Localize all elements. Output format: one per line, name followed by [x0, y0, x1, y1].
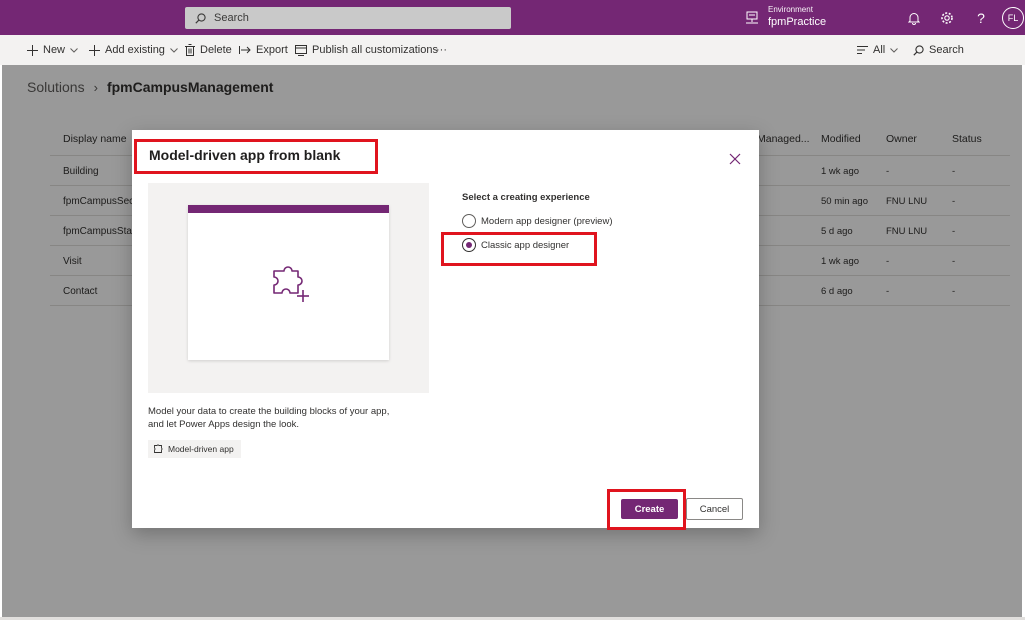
preview-card [188, 205, 389, 360]
environment-icon[interactable] [745, 11, 759, 29]
bell-icon[interactable] [905, 9, 923, 27]
view-filter-label: All [873, 44, 886, 56]
preview-card-header [188, 205, 389, 213]
app-preview-illustration [148, 183, 429, 393]
chevron-down-icon [890, 47, 899, 53]
grid-search-label: Search [929, 44, 964, 56]
tag-label: Model-driven app [168, 444, 234, 454]
puzzle-icon [154, 444, 163, 453]
chevron-down-icon [170, 47, 178, 53]
chevron-down-icon [70, 47, 78, 53]
search-icon [195, 12, 206, 24]
delete-label: Delete [200, 44, 232, 56]
plus-icon [89, 44, 100, 56]
radio-modern-designer[interactable] [462, 214, 476, 228]
create-button[interactable]: Create [621, 499, 678, 519]
global-search-box[interactable]: Search [185, 7, 511, 29]
search-icon [913, 44, 924, 56]
export-button[interactable]: Export [239, 35, 288, 65]
environment-picker[interactable]: Environment fpmPractice [768, 5, 826, 29]
user-avatar[interactable]: FL [1002, 7, 1024, 29]
new-label: New [43, 44, 66, 56]
view-filter-dropdown[interactable]: All [857, 35, 899, 65]
help-icon[interactable]: ? [972, 9, 990, 27]
grid-search-box[interactable]: Search [913, 35, 964, 65]
environment-label: Environment [768, 5, 813, 14]
publish-all-label: Publish all customizations [312, 44, 438, 56]
option-classic-designer[interactable]: Classic app designer [462, 238, 569, 252]
publish-icon [295, 44, 307, 56]
creating-experience-label: Select a creating experience [462, 192, 590, 203]
export-label: Export [256, 44, 288, 56]
environment-name: fpmPractice [768, 16, 827, 28]
dialog-description: Model your data to create the building b… [148, 406, 390, 430]
option-modern-designer[interactable]: Modern app designer (preview) [462, 214, 612, 228]
cancel-button[interactable]: Cancel [686, 498, 743, 520]
new-button[interactable]: New [27, 35, 78, 65]
command-bar: New Add existing Delete Export Publish a… [0, 35, 1025, 65]
publish-all-button[interactable]: Publish all customizations [295, 35, 438, 65]
global-search-placeholder: Search [214, 12, 249, 24]
filter-lines-icon [857, 46, 868, 54]
top-app-bar: Search Environment fpmPractice ? FL [0, 0, 1025, 35]
plus-icon [27, 44, 38, 56]
option-classic-designer-label: Classic app designer [481, 239, 570, 251]
more-commands-button[interactable]: ··· [436, 35, 447, 65]
trash-icon [185, 44, 195, 56]
add-existing-button[interactable]: Add existing [89, 35, 178, 65]
more-commands-label: ··· [436, 44, 447, 56]
add-existing-label: Add existing [105, 44, 165, 56]
export-arrow-icon [239, 46, 251, 54]
puzzle-plus-icon [273, 266, 309, 302]
radio-classic-designer[interactable] [462, 238, 476, 252]
new-app-dialog: Model-driven app from blank Model your d… [132, 130, 759, 528]
dialog-title: Model-driven app from blank [149, 147, 341, 163]
model-driven-app-tag: Model-driven app [148, 440, 241, 458]
delete-button[interactable]: Delete [185, 35, 232, 65]
gear-icon[interactable] [938, 9, 956, 27]
close-icon[interactable] [728, 152, 742, 166]
option-modern-designer-label: Modern app designer (preview) [481, 215, 613, 227]
